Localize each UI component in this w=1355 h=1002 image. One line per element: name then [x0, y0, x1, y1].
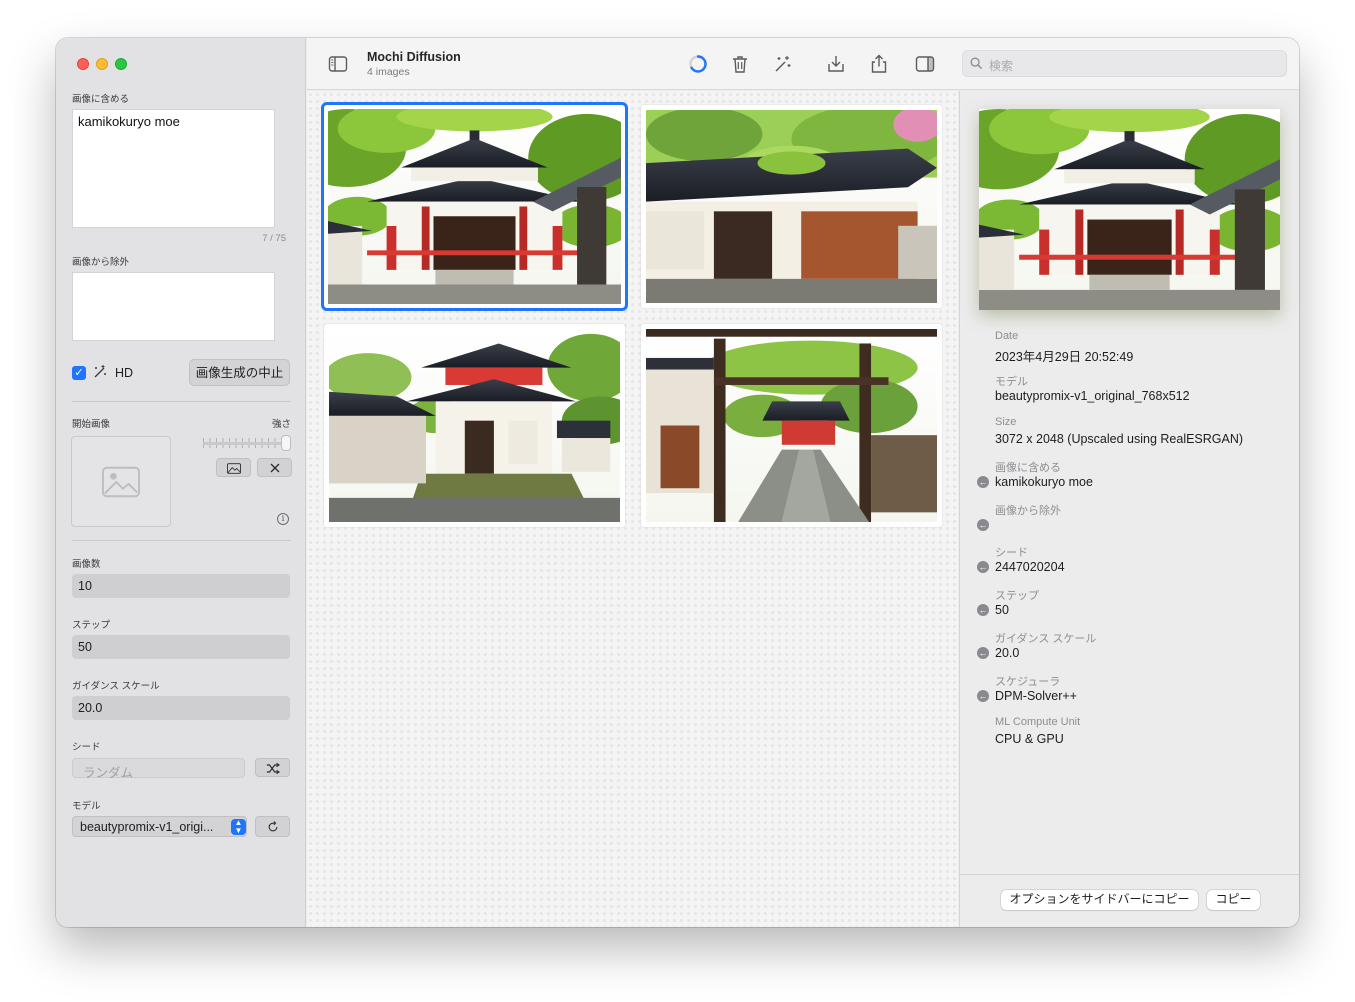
copy-prompt-arrow-icon[interactable]: ← — [977, 476, 989, 488]
reload-models-button[interactable] — [255, 816, 290, 837]
steps-label: ステップ — [72, 620, 111, 631]
strength-label: 強さ — [272, 419, 292, 430]
negative-prompt-label: 画像から除外 — [995, 505, 1061, 517]
minimize-window-button[interactable] — [96, 58, 108, 70]
inspector-toggle-icon[interactable] — [915, 54, 935, 74]
close-icon — [270, 463, 279, 473]
strength-slider-knob[interactable] — [281, 435, 291, 451]
app-title: Mochi Diffusion — [367, 50, 461, 64]
strength-slider[interactable] — [203, 442, 288, 445]
copy-steps-arrow-icon[interactable]: ← — [977, 604, 989, 616]
temple-image — [329, 329, 620, 522]
model-label: モデル — [995, 376, 1028, 388]
search-icon — [970, 57, 983, 70]
gallery-image-4[interactable] — [641, 324, 942, 527]
size-value: 3072 x 2048 (Upscaled using RealESRGAN) — [995, 432, 1244, 446]
copy-scheduler-arrow-icon[interactable]: ← — [977, 690, 989, 702]
selected-image-preview — [979, 109, 1280, 310]
shuffle-icon — [266, 762, 280, 775]
temple-image — [979, 109, 1280, 310]
copy-guidance-arrow-icon[interactable]: ← — [977, 647, 989, 659]
compute-unit-label: ML Compute Unit — [995, 716, 1081, 728]
seed-field[interactable]: ランダム — [72, 758, 245, 780]
divider — [72, 401, 291, 402]
magic-wand-icon[interactable] — [773, 54, 793, 74]
temple-image — [328, 109, 621, 304]
negative-prompt-input[interactable] — [72, 272, 275, 341]
image-count-field[interactable]: 10 — [72, 574, 290, 598]
divider — [72, 540, 291, 541]
trash-icon[interactable] — [730, 54, 750, 74]
date-label: Date — [995, 330, 1019, 342]
image-count-label: 画像数 — [72, 559, 101, 570]
clear-image-button[interactable] — [257, 458, 292, 477]
temple-image — [646, 110, 937, 303]
compute-unit-value: CPU & GPU — [995, 732, 1064, 746]
copy-options-to-sidebar-button[interactable]: オプションをサイドバーにコピー — [1001, 890, 1198, 910]
prompt-input[interactable]: kamikokuryo moe — [72, 109, 275, 228]
prompt-label: 画像に含める — [995, 462, 1061, 474]
download-icon[interactable] — [826, 54, 846, 74]
zoom-window-button[interactable] — [115, 58, 127, 70]
model-select[interactable]: beautypromix-v1_origi... — [72, 816, 247, 837]
search-field[interactable]: 検索 — [962, 50, 1287, 77]
copy-seed-arrow-icon[interactable]: ← — [977, 561, 989, 573]
image-count-subtitle: 4 images — [367, 66, 410, 78]
choose-image-button[interactable] — [216, 458, 251, 477]
stop-generation-button[interactable]: 画像生成の中止 — [189, 359, 290, 386]
chevron-up-down-icon[interactable]: ▲ ▼ — [231, 819, 246, 835]
info-icon[interactable]: i — [277, 513, 289, 525]
seed-label: シード — [995, 547, 1028, 559]
start-image-label: 開始画像 — [72, 419, 111, 430]
prompt-value: kamikokuryo moe — [995, 475, 1093, 489]
photo-icon — [226, 463, 241, 474]
sidebar-toggle-icon[interactable] — [328, 54, 348, 74]
guidance-label: ガイダンス スケール — [995, 633, 1097, 645]
scheduler-value: DPM-Solver++ — [995, 689, 1077, 703]
refresh-icon — [268, 821, 277, 832]
size-label: Size — [995, 416, 1017, 428]
inspector-panel: Date 2023年4月29日 20:52:49 モデル beautypromi… — [959, 91, 1299, 927]
search-placeholder: 検索 — [989, 59, 1014, 73]
hd-checkbox[interactable]: ✓ — [72, 366, 86, 380]
temple-image — [646, 329, 937, 522]
toolbar: Mochi Diffusion 4 images 検索 — [307, 38, 1299, 90]
negative-prompt-label: 画像から除外 — [72, 257, 130, 268]
scheduler-label: スケジューラ — [995, 676, 1061, 688]
seed-value: 2447020204 — [995, 560, 1065, 574]
steps-value: 50 — [995, 603, 1009, 617]
model-label: モデル — [72, 801, 101, 812]
date-value: 2023年4月29日 20:52:49 — [995, 350, 1134, 364]
steps-label: ステップ — [995, 590, 1039, 602]
close-window-button[interactable] — [77, 58, 89, 70]
image-gallery — [307, 91, 958, 927]
gallery-image-1[interactable] — [324, 105, 625, 308]
guidance-value: 20.0 — [995, 646, 1020, 660]
copy-button[interactable]: コピー — [1207, 890, 1260, 910]
photo-placeholder-icon — [102, 466, 140, 498]
copy-negative-prompt-arrow-icon[interactable]: ← — [977, 519, 989, 531]
shuffle-seed-button[interactable] — [255, 758, 290, 777]
sidebar: 画像に含める kamikokuryo moe 7 / 75 画像から除外 ✓ H… — [56, 38, 306, 927]
steps-field[interactable]: 50 — [72, 635, 290, 659]
sparkles-icon — [94, 365, 106, 378]
seed-label: シード — [72, 742, 101, 753]
progress-spinner-icon — [689, 55, 707, 73]
start-image-well[interactable] — [71, 436, 171, 527]
app-window: 画像に含める kamikokuryo moe 7 / 75 画像から除外 ✓ H… — [56, 38, 1299, 927]
share-icon[interactable] — [869, 54, 889, 74]
model-value: beautypromix-v1_original_768x512 — [995, 389, 1190, 403]
gallery-image-3[interactable] — [324, 324, 625, 527]
prompt-counter: 7 / 75 — [262, 233, 286, 244]
prompt-label: 画像に含める — [72, 94, 130, 105]
hd-label: HD — [115, 366, 134, 380]
inspector-footer: オプションをサイドバーにコピー コピー — [960, 874, 1299, 927]
guidance-field[interactable]: 20.0 — [72, 696, 290, 720]
gallery-image-2[interactable] — [641, 105, 942, 308]
guidance-label: ガイダンス スケール — [72, 681, 160, 692]
